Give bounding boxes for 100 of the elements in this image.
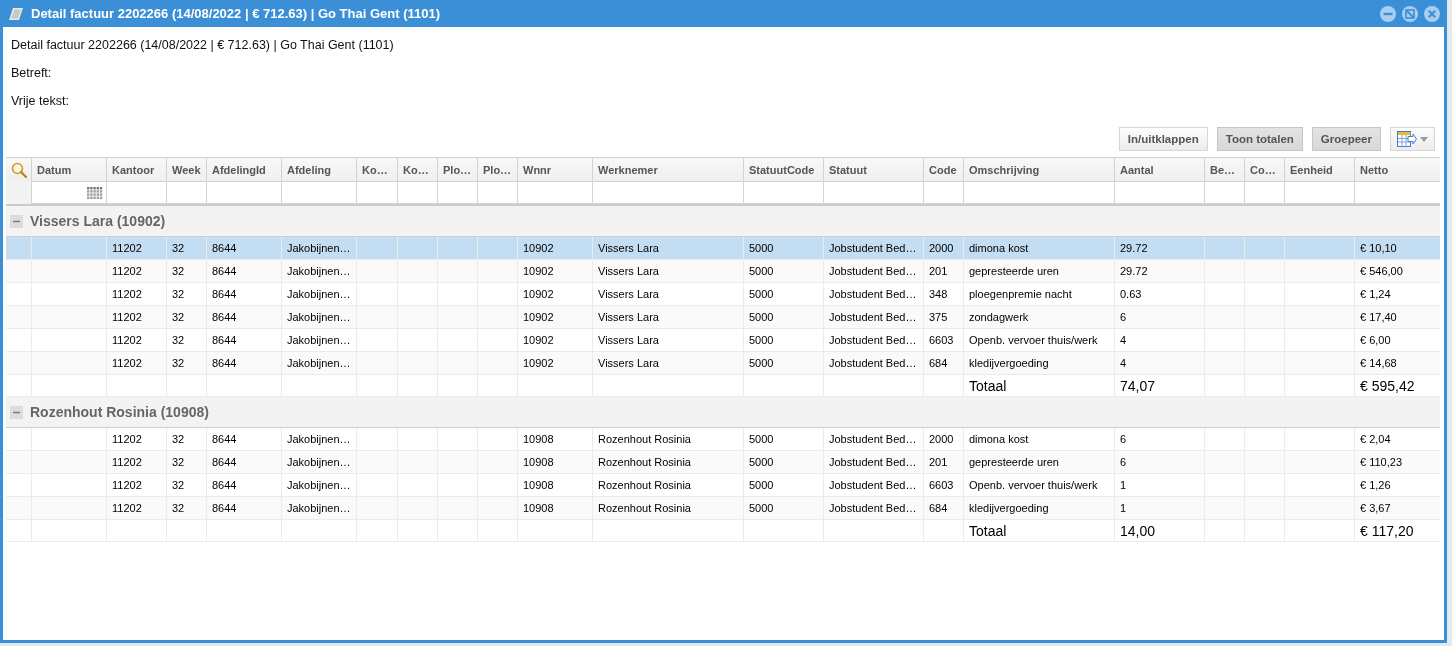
table-row[interactable]: 11202 32 8644 Jakobijnen… 10902 Vissers Lara 5000 Jobstudent Bed… 684 kledijvergoeding 4 € 14,68 [6, 352, 1440, 375]
table-cell: 11202 [112, 334, 142, 346]
table-cell: Rozenhout Rosinia [598, 433, 691, 445]
table-cell: Jobstudent Bed… [829, 288, 917, 300]
table-cell: € 1,26 [1360, 479, 1391, 491]
filter-field[interactable] [592, 181, 743, 204]
table-cell: Jakobijnen… [287, 479, 351, 491]
table-cell: 32 [172, 357, 185, 369]
table-cell: Jobstudent Bed… [829, 311, 917, 323]
table-cell: 11202 [112, 357, 142, 369]
table-cell: ploegenpremie nacht [969, 288, 1072, 300]
table-row[interactable]: 11202 32 8644 Jakobijnen… 10908 Rozenhout Rosinia 5000 Jobstudent Bed… 6603 Openb. vervoer thuis/werk 1 € 1,26 [6, 474, 1440, 497]
filter-field[interactable] [963, 181, 1114, 204]
filter-field[interactable] [437, 181, 477, 204]
filter-field[interactable] [517, 181, 592, 204]
table-cell: 5000 [749, 288, 774, 300]
calendar-icon[interactable] [87, 186, 103, 199]
table-cell: Jobstudent Bed… [829, 456, 917, 468]
table-cell: 10902 [523, 357, 554, 369]
table-row[interactable]: 11202 32 8644 Jakobijnen… 10908 Rozenhout Rosinia 5000 Jobstudent Bed… 201 gepresteerde uren 6 € 110,23 [6, 451, 1440, 474]
table-cell: 5000 [749, 357, 774, 369]
table-cell: 14,00 [1120, 522, 1156, 539]
table-row[interactable]: 11202 32 8644 Jakobijnen… 10902 Vissers Lara 5000 Jobstudent Bed… 201 gepresteerde uren 29.72 € 546,00 [6, 260, 1440, 283]
table-cell: € 1,24 [1360, 288, 1391, 300]
collapse-icon[interactable] [10, 214, 23, 228]
toolbar-button[interactable]: Groepeer [1311, 127, 1381, 151]
table-row[interactable]: 11202 32 8644 Jakobijnen… 10902 Vissers Lara 5000 Jobstudent Bed… 2000 dimona kost 29.72 € 10,10 [6, 237, 1440, 260]
filter-field[interactable] [477, 181, 517, 204]
filter-field[interactable] [106, 181, 166, 204]
collapse-icon[interactable] [10, 405, 23, 419]
table-row[interactable]: 11202 32 8644 Jakobijnen… 10908 Rozenhout Rosinia 5000 Jobstudent Bed… 2000 dimona kost 6 € 2,04 [6, 428, 1440, 451]
table-cell: 29.72 [1120, 242, 1148, 254]
table-cell: Jakobijnen… [287, 357, 351, 369]
restore-icon[interactable] [1402, 5, 1418, 22]
filter-field[interactable] [397, 181, 437, 204]
window-title: Detail factuur 2202266 (14/08/2022 | € 712.63) | Go Thai Gent (1101) [31, 6, 442, 21]
table-cell: Jakobijnen… [287, 265, 351, 277]
caret-icon [1420, 136, 1428, 142]
minimize-icon[interactable] [1380, 5, 1396, 22]
table-cell: 4 [1120, 357, 1127, 369]
table-row[interactable]: 11202 32 8644 Jakobijnen… 10902 Vissers Lara 5000 Jobstudent Bed… 6603 Openb. vervoer thuis/werk 4 € 6,00 [6, 329, 1440, 352]
filter-field[interactable] [923, 181, 963, 204]
field-label: Vrije tekst: [11, 94, 69, 108]
filter-field[interactable] [743, 181, 823, 204]
table-cell: 6 [1120, 311, 1127, 323]
table-cell: 11202 [112, 265, 142, 277]
table-cell: Vissers Lara [598, 288, 659, 300]
table-cell: Openb. vervoer thuis/werk [969, 479, 1098, 491]
filter-field[interactable] [1284, 181, 1354, 204]
table-cell: 5000 [749, 265, 774, 277]
table-cell: Vissers Lara [598, 242, 659, 254]
filter-field[interactable] [206, 181, 281, 204]
table-cell: 8644 [212, 357, 237, 369]
table-cell: 8644 [212, 265, 237, 277]
filter-field[interactable] [1114, 181, 1204, 204]
table-cell: Jakobijnen… [287, 334, 351, 346]
table-cell: 32 [172, 311, 185, 323]
table-cell: 8644 [212, 502, 237, 514]
toolbar-button[interactable]: In/uitklappen [1118, 127, 1208, 151]
table-cell: € 3,67 [1360, 502, 1391, 514]
table-cell: Rozenhout Rosinia [598, 456, 691, 468]
table-row[interactable]: 11202 32 8644 Jakobijnen… 10902 Vissers Lara 5000 Jobstudent Bed… 348 ploegenpremie nacht 0.63 € 1,24 [6, 283, 1440, 306]
table-cell: Jobstudent Bed… [829, 242, 917, 254]
table-cell: 11202 [112, 479, 142, 491]
table-cell: 2000 [929, 242, 954, 254]
close-icon[interactable] [1424, 5, 1440, 22]
table-cell: Jakobijnen… [287, 502, 351, 514]
table-cell: 348 [929, 288, 948, 300]
table-row[interactable]: 11202 32 8644 Jakobijnen… 10908 Rozenhout Rosinia 5000 Jobstudent Bed… 684 kledijvergoeding 1 € 3,67 [6, 497, 1440, 520]
filter-field[interactable] [281, 181, 356, 204]
filter-field[interactable] [1354, 181, 1440, 204]
filter-field[interactable] [823, 181, 923, 204]
group-header[interactable]: Rozenhout Rosinia (10908) [6, 397, 1440, 428]
table-cell: Rozenhout Rosinia [598, 502, 691, 514]
toolbar-button[interactable]: Toon totalen [1216, 127, 1303, 151]
table-cell: Vissers Lara [598, 357, 659, 369]
table-row[interactable]: 11202 32 8644 Jakobijnen… 10902 Vissers Lara 5000 Jobstudent Bed… 375 zondagwerk 6 € 17,40 [6, 306, 1440, 329]
filter-field[interactable] [166, 181, 206, 204]
table-cell: Openb. vervoer thuis/werk [969, 334, 1098, 346]
filter-field[interactable] [1244, 181, 1284, 204]
table-cell: 32 [172, 265, 185, 277]
table-cell: 8644 [212, 433, 237, 445]
table-cell: 4 [1120, 334, 1127, 346]
date-filter-field[interactable] [31, 181, 106, 204]
group-header[interactable]: Vissers Lara (10902) [6, 206, 1440, 237]
table-export-icon [1397, 131, 1417, 147]
export-menu-button[interactable] [1390, 127, 1435, 151]
filter-field[interactable] [1204, 181, 1244, 204]
table-cell: 6 [1120, 456, 1127, 468]
table-cell: Vissers Lara [598, 311, 659, 323]
table-cell: Jobstudent Bed… [829, 433, 917, 445]
table-cell: 0.63 [1120, 288, 1142, 300]
table-cell: 6 [1120, 433, 1127, 445]
table-cell: 6603 [929, 479, 954, 491]
table-cell: 5000 [749, 456, 774, 468]
filter-field[interactable] [356, 181, 397, 204]
table-cell: € 2,04 [1360, 433, 1391, 445]
search-icon[interactable] [10, 161, 27, 178]
table-cell: Jobstudent Bed… [829, 479, 917, 491]
table-cell: 32 [172, 479, 185, 491]
